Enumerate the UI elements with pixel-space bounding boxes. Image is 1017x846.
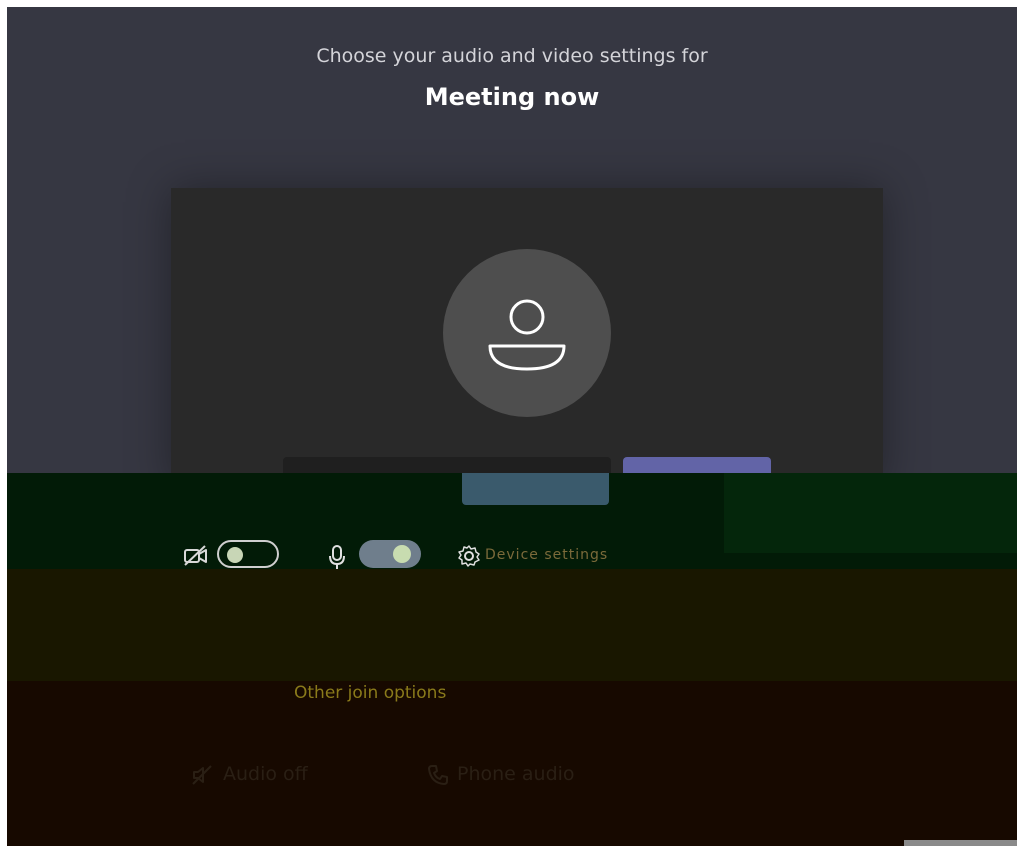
gear-icon[interactable] <box>457 544 481 572</box>
mic-icon <box>327 544 347 574</box>
phone-audio-label: Phone audio <box>457 763 575 785</box>
phone-audio-option[interactable]: Phone audio <box>427 763 575 786</box>
prejoin-screen: Choose your audio and video settings for… <box>7 7 1017 846</box>
audio-off-label: Audio off <box>223 763 308 785</box>
other-join-options-link[interactable]: Other join options <box>294 683 446 703</box>
meeting-title: Meeting now <box>424 83 600 111</box>
video-preview <box>171 188 883 488</box>
glitch-band <box>724 473 1017 553</box>
camera-toggle[interactable] <box>217 540 279 568</box>
mic-toggle[interactable] <box>359 540 421 568</box>
settings-prompt: Choose your audio and video settings for <box>316 45 708 67</box>
avatar <box>443 249 611 417</box>
phone-icon <box>428 764 448 785</box>
person-icon <box>488 299 566 371</box>
scrollbar[interactable] <box>904 840 1017 846</box>
audio-off-option[interactable]: Audio off <box>191 763 308 786</box>
join-button-ghost <box>462 473 609 505</box>
camera-off-icon <box>183 545 209 571</box>
speaker-off-icon <box>192 764 212 785</box>
device-settings-link[interactable]: Device settings <box>485 547 608 563</box>
toggle-knob <box>393 545 411 563</box>
toggle-knob <box>227 547 243 563</box>
glitch-band <box>7 569 1017 681</box>
